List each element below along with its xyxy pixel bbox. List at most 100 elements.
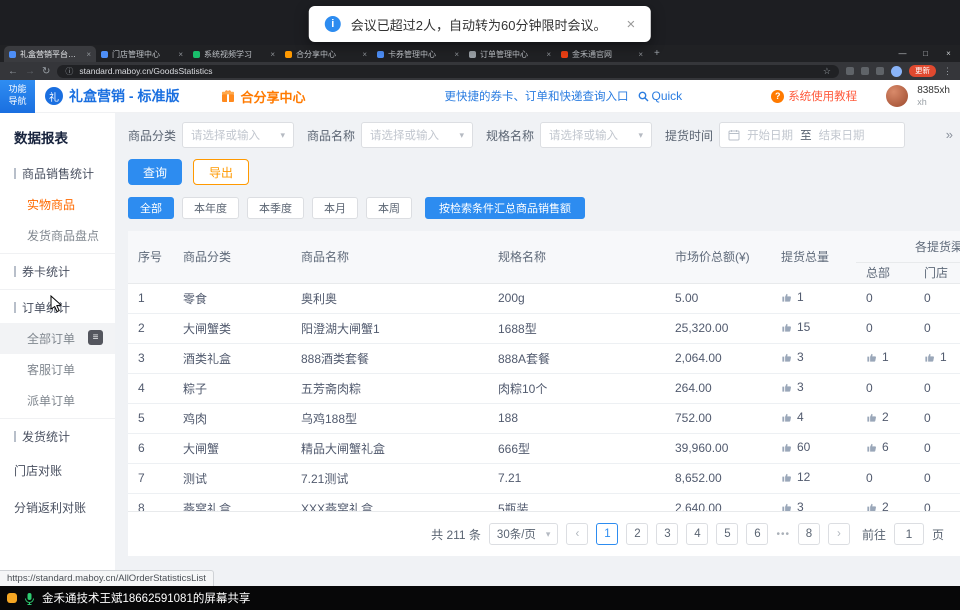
page-size-select[interactable]: 30条/页 ▾ bbox=[489, 523, 559, 545]
window-minimize-button[interactable]: — bbox=[891, 45, 914, 62]
filter-label-name: 商品名称 bbox=[307, 127, 355, 144]
range-week-button[interactable]: 本周 bbox=[366, 197, 412, 219]
sidebar-item-distribution-rebate[interactable]: 分销返利对账 bbox=[0, 489, 115, 526]
pagination: 共 211 条 30条/页 ▾ ‹ 1 2 3 4 5 6 ••• 8 › 前往… bbox=[128, 512, 960, 556]
sidebar-collapse-handle[interactable]: ≡ bbox=[88, 330, 103, 345]
quick-search-link[interactable]: Quick bbox=[638, 89, 683, 103]
sidebar-item-physical-goods[interactable]: 实物商品 bbox=[0, 189, 115, 220]
share-center-link[interactable]: 合分享中心 bbox=[221, 87, 305, 106]
summary-button[interactable]: 按检索条件汇总商品销售额 bbox=[425, 197, 585, 219]
meeting-toast: i 会议已超过2人，自动转为60分钟限时会议。 × bbox=[309, 6, 651, 42]
table-row: 3酒类礼盒 888酒类套餐888A套餐 2,064.00 3 1 1 bbox=[128, 343, 960, 373]
user-info[interactable]: 8385xh xh bbox=[917, 85, 950, 107]
sidebar-item-voucher-stats[interactable]: 券卡统计 bbox=[0, 253, 115, 287]
user-avatar[interactable] bbox=[886, 85, 908, 107]
refresh-icon[interactable]: ↻ bbox=[42, 66, 50, 77]
page-ellipsis: ••• bbox=[776, 529, 790, 540]
sidebar-item-order-stats[interactable]: 订单统计 bbox=[0, 289, 115, 323]
tab-close-icon[interactable]: × bbox=[638, 50, 643, 59]
question-icon: ? bbox=[771, 90, 784, 103]
page-button-4[interactable]: 4 bbox=[686, 523, 708, 545]
sidebar-item-shipping-stats[interactable]: 发货统计 bbox=[0, 418, 115, 452]
collapse-filters-button[interactable]: » bbox=[946, 127, 953, 142]
range-all-button[interactable]: 全部 bbox=[128, 197, 174, 219]
browser-menu-icon[interactable]: ⋮ bbox=[943, 66, 952, 77]
extension-icon[interactable] bbox=[876, 67, 884, 75]
range-month-button[interactable]: 本月 bbox=[312, 197, 358, 219]
goto-page-input[interactable]: 1 bbox=[894, 523, 924, 545]
next-page-button[interactable]: › bbox=[828, 523, 850, 545]
tab-favicon bbox=[377, 51, 384, 58]
pickup-icon bbox=[866, 442, 877, 453]
tab-close-icon[interactable]: × bbox=[362, 50, 367, 59]
calendar-icon bbox=[728, 129, 740, 141]
tutorial-link[interactable]: ? 系统使用教程 bbox=[771, 88, 857, 104]
status-link-bubble: https://standard.maboy.cn/AllOrderStatis… bbox=[0, 570, 214, 586]
browser-profile-avatar[interactable] bbox=[891, 66, 902, 77]
site-info-icon[interactable]: ⓘ bbox=[65, 66, 73, 77]
tab-close-icon[interactable]: × bbox=[270, 50, 275, 59]
goto-label: 前往 bbox=[862, 526, 886, 543]
pickup-icon bbox=[781, 412, 792, 423]
browser-tab-order-admin[interactable]: 订单管理中心 × bbox=[464, 46, 556, 62]
window-controls: — □ × bbox=[891, 45, 960, 62]
table-row: 6大闸蟹 精品大闸蟹礼盒666型 39,960.00 60 6 0 bbox=[128, 433, 960, 463]
page-button-6[interactable]: 6 bbox=[746, 523, 768, 545]
window-close-button[interactable]: × bbox=[937, 45, 960, 62]
new-tab-button[interactable]: + bbox=[648, 48, 666, 59]
pickup-date-range[interactable]: 开始日期 至 结束日期 bbox=[719, 122, 905, 148]
browser-tab-official-site[interactable]: 金禾通官网 × bbox=[556, 46, 648, 62]
group-marker bbox=[14, 266, 16, 277]
export-button[interactable]: 导出 bbox=[193, 159, 249, 185]
toast-close-icon[interactable]: × bbox=[626, 16, 635, 33]
col-header-store: 门店 bbox=[914, 262, 960, 283]
spec-select[interactable]: 请选择或输入 ▾ bbox=[540, 122, 652, 148]
pickup-icon bbox=[781, 442, 792, 453]
browser-tab-store-admin[interactable]: 门店管理中心 × bbox=[96, 46, 188, 62]
sidebar-item-shipment-inventory[interactable]: 发货商品盘点 bbox=[0, 220, 115, 251]
address-bar[interactable]: ⓘ standard.maboy.cn/GoodsStatistics ☆ bbox=[57, 65, 839, 78]
tab-favicon bbox=[101, 51, 108, 58]
col-header-index: 序号 bbox=[128, 231, 173, 283]
browser-update-button[interactable]: 更新 bbox=[909, 65, 936, 77]
tab-close-icon[interactable]: × bbox=[454, 50, 459, 59]
nav-toggle-button[interactable]: 功能 导航 bbox=[0, 80, 35, 113]
forward-icon[interactable]: → bbox=[25, 66, 35, 77]
goods-table-card: 序号 商品分类 商品名称 规格名称 市场价总额(¥) 提货总量 各提货渠道 总部… bbox=[128, 231, 960, 512]
sidebar-title: 数据报表 bbox=[0, 113, 115, 158]
extension-icon[interactable] bbox=[861, 67, 869, 75]
pickup-icon bbox=[781, 352, 792, 363]
pickup-icon bbox=[781, 292, 792, 303]
page-button-5[interactable]: 5 bbox=[716, 523, 738, 545]
name-select[interactable]: 请选择或输入 ▾ bbox=[361, 122, 473, 148]
meeting-app-icon bbox=[7, 593, 17, 603]
bookmark-star-icon[interactable]: ☆ bbox=[823, 66, 831, 77]
page-button-2[interactable]: 2 bbox=[626, 523, 648, 545]
sidebar-item-store-reconciliation[interactable]: 门店对账 bbox=[0, 452, 115, 489]
url-text: standard.maboy.cn/GoodsStatistics bbox=[79, 66, 817, 76]
tab-close-icon[interactable]: × bbox=[178, 50, 183, 59]
sidebar-item-dispatch-orders[interactable]: 派单订单 bbox=[0, 385, 115, 416]
browser-tab-video-learning[interactable]: 系统视频学习 × bbox=[188, 46, 280, 62]
query-button[interactable]: 查询 bbox=[128, 159, 182, 185]
brand-logo-icon: 礼 bbox=[45, 87, 63, 105]
filter-label-spec: 规格名称 bbox=[486, 127, 534, 144]
window-maximize-button[interactable]: □ bbox=[914, 45, 937, 62]
page-button-3[interactable]: 3 bbox=[656, 523, 678, 545]
prev-page-button[interactable]: ‹ bbox=[566, 523, 588, 545]
back-icon[interactable]: ← bbox=[8, 66, 18, 77]
browser-tab-gift-admin[interactable]: 礼盒营销平台管理中心 × bbox=[4, 46, 96, 62]
browser-tab-share-center[interactable]: 合分享中心 × bbox=[280, 46, 372, 62]
range-year-button[interactable]: 本年度 bbox=[182, 197, 239, 219]
page-button-1[interactable]: 1 bbox=[596, 523, 618, 545]
browser-tab-card-admin[interactable]: 卡券管理中心 × bbox=[372, 46, 464, 62]
extension-icon[interactable] bbox=[846, 67, 854, 75]
tab-close-icon[interactable]: × bbox=[86, 50, 91, 59]
range-quarter-button[interactable]: 本季度 bbox=[247, 197, 304, 219]
page-button-8[interactable]: 8 bbox=[798, 523, 820, 545]
tab-close-icon[interactable]: × bbox=[546, 50, 551, 59]
search-icon bbox=[638, 91, 649, 102]
category-select[interactable]: 请选择或输入 ▾ bbox=[182, 122, 294, 148]
sidebar-item-goods-sales-stats[interactable]: 商品销售统计 bbox=[0, 158, 115, 189]
sidebar-item-service-orders[interactable]: 客服订单 bbox=[0, 354, 115, 385]
